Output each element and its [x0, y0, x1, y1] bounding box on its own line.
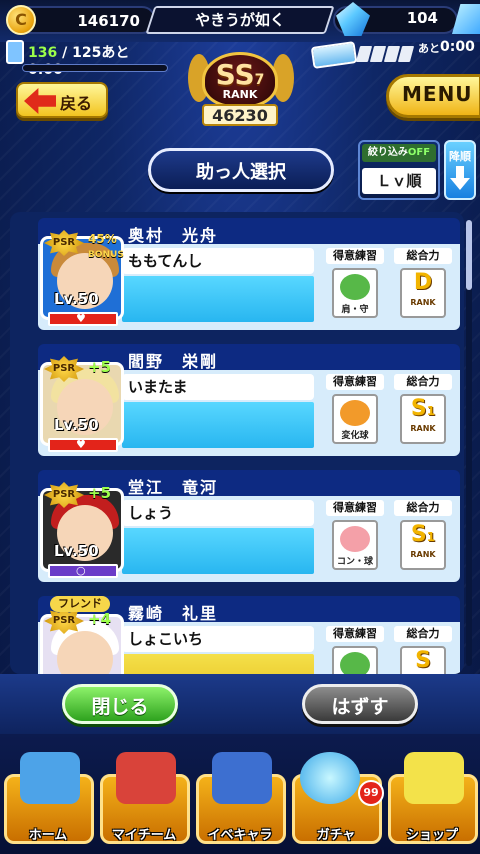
power-column-label: 総合力	[394, 500, 452, 516]
card-band	[122, 528, 314, 574]
helper-name: 奥村 光舟	[128, 226, 219, 245]
circle-icon: ○	[76, 564, 86, 577]
screen-title: 助っ人選択	[196, 162, 286, 183]
power-column-label: 総合力	[394, 374, 452, 390]
glove-icon	[340, 274, 370, 300]
player-title: やきうが如く	[195, 11, 285, 29]
gacha-icon	[300, 752, 360, 804]
bonus-badge: +4	[88, 610, 112, 628]
stamina-text: 136 / 125あと 0:00	[28, 42, 166, 78]
owner-nickname: しょこいち	[122, 626, 314, 652]
skill-column-label: 得意練習	[326, 248, 384, 264]
scrollbar-thumb[interactable]	[466, 220, 472, 290]
card-band	[122, 654, 314, 674]
skill-column-label: 得意練習	[326, 500, 384, 516]
bonus-badge: +5	[88, 358, 112, 376]
tab-home-label: ホーム	[28, 828, 68, 843]
breaking-ball-icon	[340, 400, 370, 426]
stamina-rest: / 125あと	[62, 45, 130, 61]
skill-caption: コン・球	[336, 557, 373, 567]
friend-tag: フレンド	[50, 596, 110, 612]
helper-card[interactable]: 閻野 栄剛 いまたま PSR +5 Lv.50 ♥ 得意練習 総合力 変化球 S…	[10, 340, 464, 460]
shop-icon	[404, 752, 464, 804]
skill-column-label: 得意練習	[326, 374, 384, 390]
coin-icon: C	[6, 5, 36, 35]
rank-badge[interactable]: SS7 RANK 46230	[182, 44, 298, 132]
power-column-label: 総合力	[394, 626, 452, 642]
rank-grade: SS7	[215, 58, 265, 91]
menu-label: MENU	[402, 82, 473, 106]
rank-word: RANK	[410, 550, 436, 559]
coin-counter[interactable]: C 146170	[6, 5, 156, 35]
back-label: 戻る	[60, 94, 93, 113]
skill-caption: 変化球	[341, 431, 369, 441]
power-rank: S1	[410, 522, 436, 547]
helper-card[interactable]: 堂江 竜河 しょう PSR +5 Lv.50 ○ 得意練習 総合力 コン・球 S…	[10, 466, 464, 586]
home-icon	[20, 752, 80, 804]
rank-word: RANK	[410, 424, 436, 433]
stamina-meter: 136 / 125あと 0:00	[6, 40, 168, 78]
card-band	[122, 276, 314, 322]
bonus-badge: 45% BONUS	[88, 232, 124, 260]
rank-score: 46230	[212, 106, 268, 125]
stamina-icon	[6, 40, 24, 64]
power-rank: D	[413, 270, 433, 295]
sort-by-select[interactable]: Ｌｖ順	[362, 168, 436, 194]
sort-order-label: 降順	[449, 150, 471, 163]
tab-my-team-label: マイチーム	[111, 828, 177, 843]
back-button[interactable]: 戻る	[16, 82, 108, 118]
filter-label: 絞り込み	[367, 147, 408, 158]
ticket-time: 0:00	[440, 39, 475, 55]
owner-nickname: しょう	[122, 500, 314, 526]
back-arrow-icon	[24, 88, 56, 114]
team-icon	[116, 752, 176, 804]
target-icon	[340, 526, 370, 552]
power-rank: S1	[410, 396, 436, 421]
remove-label: はずす	[331, 696, 389, 718]
close-label: 閉じる	[91, 696, 149, 718]
helper-level: Lv.50	[54, 290, 99, 308]
gem-value: 104	[406, 9, 438, 27]
rank-label: RANK	[222, 88, 258, 101]
skill-caption: 肩・守	[341, 305, 369, 315]
stamina-current: 136	[28, 45, 58, 61]
heart-icon: ♥	[76, 312, 86, 325]
skill-column-label: 得意練習	[326, 626, 384, 642]
helper-level: Lv.50	[54, 542, 99, 560]
event-chara-icon	[212, 752, 272, 804]
helper-card[interactable]: 奥村 光舟 ももてんし PSR 45% BONUS Lv.50 ♥ 得意練習 総合…	[10, 214, 464, 334]
gacha-count-badge: 99	[358, 780, 384, 806]
power-rank: S	[415, 648, 431, 673]
stamina-bar	[22, 64, 168, 72]
rank-word: RANK	[410, 298, 436, 307]
filter-toggle[interactable]: 絞り込みOFF	[362, 144, 436, 162]
helper-name: 閻野 栄剛	[128, 352, 219, 371]
coin-value: 146170	[77, 12, 140, 30]
card-band	[122, 402, 314, 448]
heart-icon: ♥	[76, 438, 86, 451]
helper-name: 霧崎 礼里	[128, 604, 219, 623]
tab-gacha-label: ガチャ	[316, 828, 356, 843]
bat-icon	[340, 652, 370, 674]
tab-shop-label: ショップ	[405, 828, 458, 843]
helper-name: 堂江 竜河	[128, 478, 219, 497]
ticket-next-label: あと	[418, 42, 440, 55]
bonus-badge: +5	[88, 484, 112, 502]
owner-nickname: ももてんし	[122, 248, 314, 274]
owner-nickname: いまたま	[122, 374, 314, 400]
filter-state: OFF	[407, 147, 431, 158]
tab-event-chara-label: イベキャラ	[207, 828, 273, 843]
power-column-label: 総合力	[394, 248, 452, 264]
helper-level: Lv.50	[54, 416, 99, 434]
